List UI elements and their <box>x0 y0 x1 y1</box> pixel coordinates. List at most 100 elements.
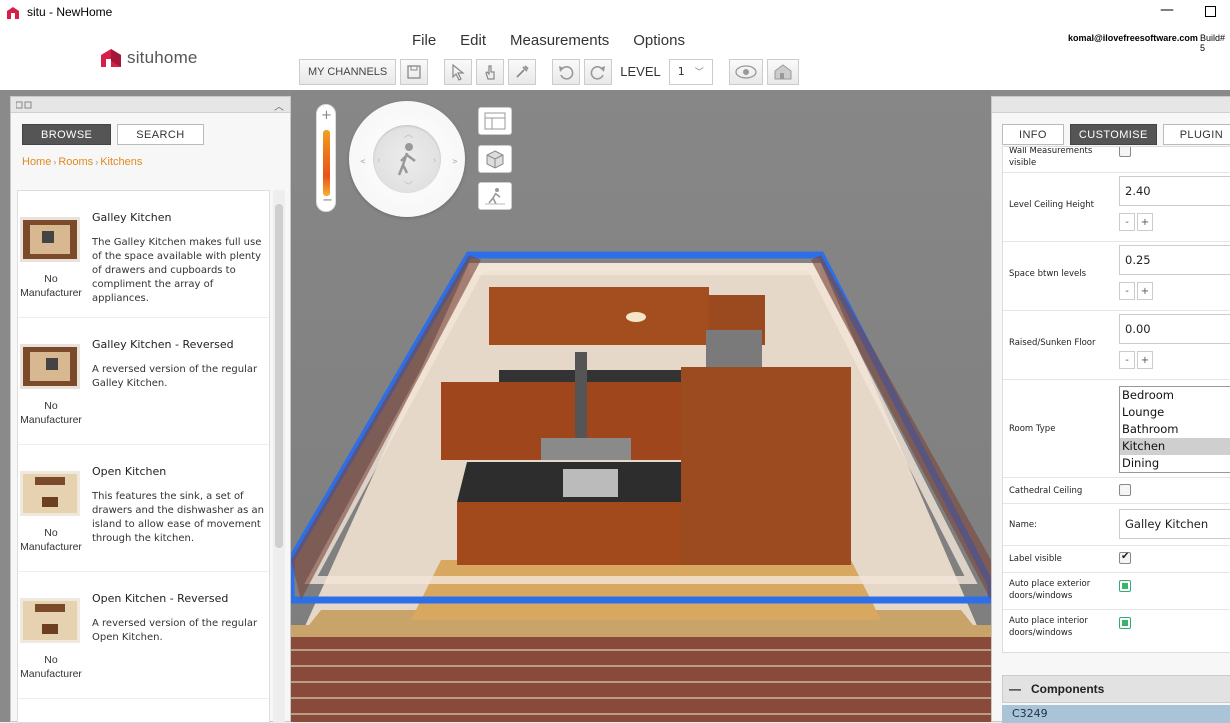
walk-view-icon <box>485 188 505 205</box>
list-item[interactable]: No Manufacturer Galley Kitchen The Galle… <box>18 191 269 318</box>
window-title: situ - NewHome <box>27 5 113 19</box>
minimize-button[interactable]: — <box>1160 2 1174 18</box>
breadcrumb-home[interactable]: Home <box>22 156 51 168</box>
prop-label: Level Ceiling Height <box>1009 200 1094 210</box>
kitchen-thumbnail <box>20 344 80 389</box>
increment-button[interactable]: + <box>1137 351 1153 369</box>
prop-auto-exterior: Auto place exterior doors/windows <box>1003 573 1230 610</box>
room-type-option-selected[interactable]: Kitchen <box>1120 438 1230 455</box>
prop-label: Auto place interior doors/windows <box>1009 616 1088 638</box>
properties-tabs: INFO CUSTOMISE PLUGIN <box>1002 124 1230 145</box>
my-channels-button[interactable]: MY CHANNELS <box>299 58 397 85</box>
collapse-icon[interactable]: — <box>1009 682 1021 696</box>
menu-measurements[interactable]: Measurements <box>498 32 621 49</box>
decrement-button[interactable]: - <box>1119 213 1135 231</box>
zoom-out-icon[interactable]: − <box>322 193 333 208</box>
walking-person-icon: ︿ ﹀ ‹ › <box>377 130 437 192</box>
decrement-button[interactable]: - <box>1119 282 1135 300</box>
brand-name: situhome <box>127 48 198 67</box>
catalog-list: No Manufacturer Galley Kitchen The Galle… <box>17 190 270 723</box>
menu-options[interactable]: Options <box>621 32 697 49</box>
level-label: LEVEL <box>620 64 661 79</box>
menu-edit[interactable]: Edit <box>448 32 498 49</box>
room-name-input[interactable]: Galley Kitchen <box>1119 509 1230 539</box>
breadcrumb-rooms[interactable]: Rooms <box>58 156 93 168</box>
undo-button[interactable] <box>552 58 581 85</box>
auto-exterior-checkbox[interactable] <box>1119 580 1131 592</box>
walk-control[interactable]: ︿ ﹀ ‹ › <box>373 125 441 193</box>
house-view-button[interactable] <box>766 58 799 85</box>
room-type-option[interactable]: Bedroom <box>1120 387 1230 404</box>
space-levels-input[interactable]: 0.25 <box>1119 245 1230 275</box>
manufacturer-label: No Manufacturer <box>20 273 82 299</box>
eyedropper-button[interactable] <box>508 58 537 85</box>
prop-level-ceiling-height: Level Ceiling Height 2.40 - + <box>1003 173 1230 242</box>
list-item[interactable]: No Manufacturer Open Kitchen - Reversed … <box>18 572 269 699</box>
prop-label: Name: <box>1009 520 1037 530</box>
svg-text:﹀: ﹀ <box>404 181 413 192</box>
tab-search[interactable]: SEARCH <box>117 124 204 145</box>
grip-icon[interactable] <box>16 101 32 109</box>
tab-plugin[interactable]: PLUGIN <box>1162 124 1230 145</box>
navigation-pad[interactable]: ﹤ ﹥ ︿ ﹀ ‹ › <box>349 101 465 217</box>
redo-button[interactable] <box>584 58 613 85</box>
room-type-option[interactable]: Dining <box>1120 455 1230 472</box>
hand-tool-button[interactable] <box>476 58 505 85</box>
item-title: Open Kitchen <box>92 465 167 478</box>
eyedropper-icon <box>516 64 529 78</box>
tab-info[interactable]: INFO <box>1002 124 1064 145</box>
collapse-icon[interactable]: ︿ <box>274 98 284 113</box>
list-scrollbar[interactable] <box>273 190 285 723</box>
app-icon <box>7 7 19 19</box>
browse-tabs: BROWSE SEARCH <box>22 124 204 145</box>
manufacturer-label: No Manufacturer <box>20 654 82 680</box>
increment-button[interactable]: + <box>1137 282 1153 300</box>
house-3d-icon <box>774 63 792 79</box>
menu-file[interactable]: File <box>400 32 448 49</box>
list-item[interactable]: No Manufacturer Galley Kitchen - Reverse… <box>18 318 269 445</box>
kitchen-thumbnail <box>20 598 80 643</box>
chevron-left-icon[interactable]: ﹤ <box>357 151 369 168</box>
tab-customise[interactable]: CUSTOMISE <box>1069 124 1157 145</box>
cathedral-ceiling-checkbox[interactable] <box>1119 484 1131 496</box>
save-button[interactable] <box>400 58 429 85</box>
zoom-slider[interactable]: + − <box>316 104 336 212</box>
chevron-right-icon[interactable]: ﹥ <box>449 151 461 168</box>
level-select[interactable]: 1 ﹀ <box>668 58 713 85</box>
component-row[interactable]: C3249 <box>1002 705 1230 723</box>
browse-panel: ︿ BROWSE SEARCH Home › Rooms › Kitchens No M… <box>10 96 291 723</box>
3d-view-button[interactable] <box>478 145 512 173</box>
increment-button[interactable]: + <box>1137 213 1153 231</box>
room-type-listbox[interactable]: Bedroom Lounge Bathroom Kitchen Dining <box>1119 386 1230 473</box>
prop-label: Raised/Sunken Floor <box>1009 338 1096 348</box>
zoom-in-icon[interactable]: + <box>321 108 332 123</box>
raised-floor-stepper: - + <box>1119 351 1155 369</box>
item-description: The Galley Kitchen makes full use of the… <box>92 237 262 304</box>
room-type-option[interactable]: Bathroom <box>1120 421 1230 438</box>
components-section-header[interactable]: — Components <box>1002 675 1230 703</box>
eye-icon <box>735 64 757 79</box>
ceiling-height-input[interactable]: 2.40 <box>1119 176 1230 206</box>
walkthrough-view-button[interactable] <box>478 182 512 210</box>
prop-space-btwn-levels: Space btwn levels 0.25 - + <box>1003 242 1230 311</box>
maximize-button[interactable] <box>1205 6 1216 17</box>
decrement-button[interactable]: - <box>1119 351 1135 369</box>
breadcrumb-kitchens[interactable]: Kitchens <box>100 156 142 168</box>
prop-raised-floor: Raised/Sunken Floor 0.00 - + <box>1003 311 1230 380</box>
prop-label: Cathedral Ceiling <box>1009 486 1083 496</box>
view-button[interactable] <box>728 58 763 85</box>
prop-label: Room Type <box>1009 424 1056 434</box>
hand-icon <box>485 64 495 80</box>
wall-measurements-checkbox[interactable] <box>1119 147 1131 157</box>
label-visible-checkbox[interactable] <box>1119 551 1131 564</box>
room-type-option[interactable]: Lounge <box>1120 404 1230 421</box>
plan-view-button[interactable] <box>478 107 512 135</box>
scrollbar-thumb[interactable] <box>275 204 283 548</box>
select-tool-button[interactable] <box>444 58 473 85</box>
auto-interior-checkbox[interactable] <box>1119 617 1131 629</box>
zoom-level-bar[interactable] <box>323 130 330 196</box>
tab-browse[interactable]: BROWSE <box>22 124 112 145</box>
menu-bar: File Edit Measurements Options <box>400 32 697 49</box>
raised-floor-input[interactable]: 0.00 <box>1119 314 1230 344</box>
list-item[interactable]: No Manufacturer Open Kitchen This featur… <box>18 445 269 572</box>
